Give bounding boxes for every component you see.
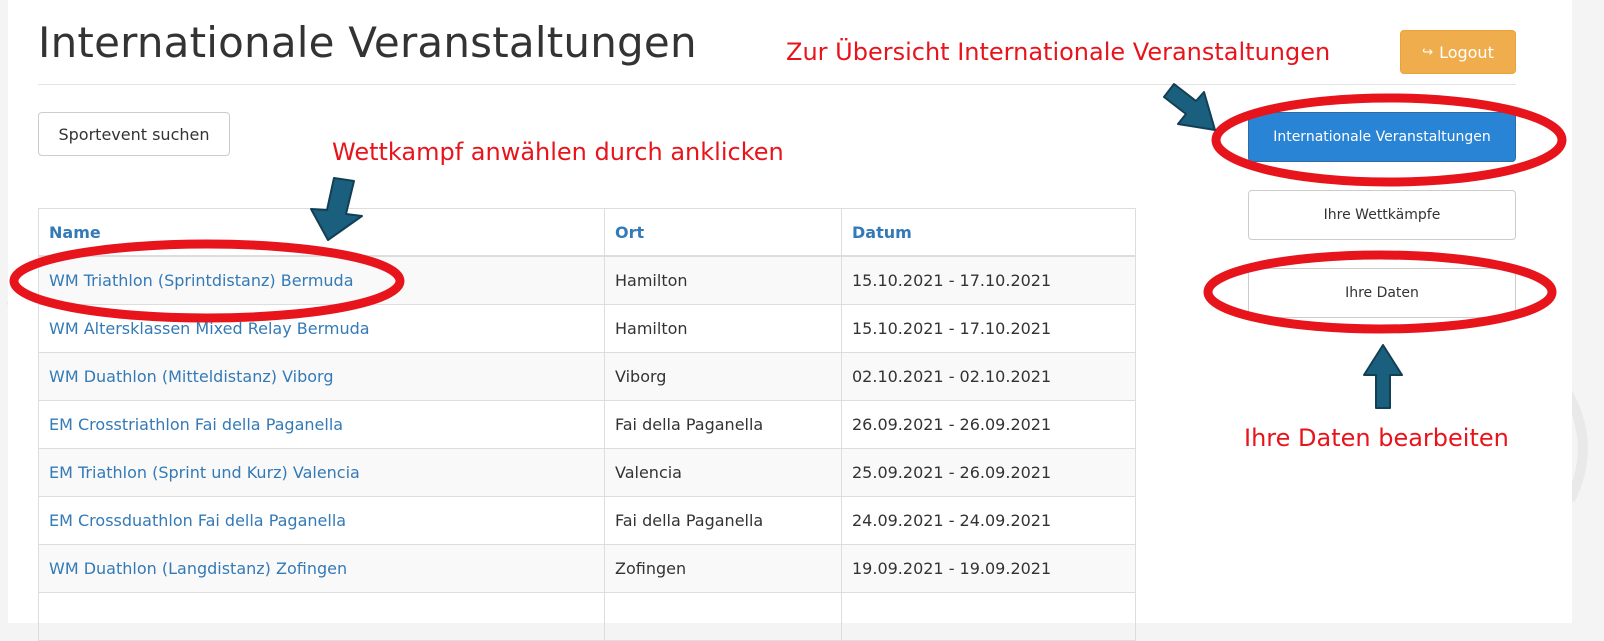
table-row: WM Altersklassen Mixed Relay Bermuda Ham… [38,304,1136,353]
event-link[interactable]: EM Triathlon (Sprint und Kurz) Valencia [49,463,360,482]
event-datum-cell: 15.10.2021 - 17.10.2021 [841,255,1136,305]
sportevent-search-button[interactable]: Sportevent suchen [38,112,230,156]
page-container: Internationale Veranstaltungen ↪ Logout … [8,0,1572,641]
event-link[interactable]: WM Duathlon (Mitteldistanz) Viborg [49,367,334,386]
events-table: Name Ort Datum WM Triathlon (Sprintdista… [38,208,1136,641]
event-ort-cell: Hamilton [604,304,842,353]
column-header-name[interactable]: Name [38,208,605,257]
annotation-edit-text: Ihre Daten bearbeiten [1244,424,1509,452]
nav-ihre-wettkaempfe-button[interactable]: Ihre Wettkämpfe [1248,190,1516,240]
page-title: Internationale Veranstaltungen [38,18,697,67]
table-row [38,592,1136,641]
table-row: WM Duathlon (Langdistanz) Zofingen Zofin… [38,544,1136,593]
event-link[interactable]: EM Crossduathlon Fai della Paganella [49,511,346,530]
event-datum-cell: 02.10.2021 - 02.10.2021 [841,352,1136,401]
title-divider [38,84,1516,85]
table-row: EM Crossduathlon Fai della Paganella Fai… [38,496,1136,545]
event-name-cell: WM Duathlon (Mitteldistanz) Viborg [38,352,605,401]
event-name-cell: WM Triathlon (Sprintdistanz) Bermuda [38,255,605,305]
event-name-cell: EM Triathlon (Sprint und Kurz) Valencia [38,448,605,497]
table-row: WM Duathlon (Mitteldistanz) Viborg Vibor… [38,352,1136,401]
event-ort-cell: Hamilton [604,255,842,305]
annotation-select-text: Wettkampf anwählen durch anklicken [332,138,784,166]
event-name-cell: EM Crosstriathlon Fai della Paganella [38,400,605,449]
event-ort-cell [604,592,842,641]
event-ort-cell: Fai della Paganella [604,400,842,449]
event-datum-cell: 19.09.2021 - 19.09.2021 [841,544,1136,593]
event-name-cell: WM Altersklassen Mixed Relay Bermuda [38,304,605,353]
event-datum-cell: 15.10.2021 - 17.10.2021 [841,304,1136,353]
event-datum-cell: 24.09.2021 - 24.09.2021 [841,496,1136,545]
event-name-cell: EM Crossduathlon Fai della Paganella [38,496,605,545]
event-datum-cell: 26.09.2021 - 26.09.2021 [841,400,1136,449]
event-ort-cell: Fai della Paganella [604,496,842,545]
table-row: EM Triathlon (Sprint und Kurz) Valencia … [38,448,1136,497]
event-datum-cell [841,592,1136,641]
event-ort-cell: Valencia [604,448,842,497]
event-link[interactable]: EM Crosstriathlon Fai della Paganella [49,415,343,434]
event-link[interactable]: WM Duathlon (Langdistanz) Zofingen [49,559,347,578]
event-ort-cell: Viborg [604,352,842,401]
nav-ihre-daten-button[interactable]: Ihre Daten [1248,268,1516,318]
table-row: WM Triathlon (Sprintdistanz) Bermuda Ham… [38,255,1136,305]
table-header-row: Name Ort Datum [38,208,1136,257]
event-datum-cell: 25.09.2021 - 26.09.2021 [841,448,1136,497]
column-header-ort[interactable]: Ort [604,208,842,257]
annotation-overview-text: Zur Übersicht Internationale Veranstaltu… [786,38,1331,66]
event-name-cell: WM Duathlon (Langdistanz) Zofingen [38,544,605,593]
logout-button[interactable]: ↪ Logout [1400,30,1516,74]
event-link[interactable]: WM Triathlon (Sprintdistanz) Bermuda [49,271,354,290]
event-link[interactable]: WM Altersklassen Mixed Relay Bermuda [49,319,370,338]
logout-icon: ↪ [1422,44,1434,60]
logout-label: Logout [1439,42,1494,62]
column-header-datum[interactable]: Datum [841,208,1136,257]
event-ort-cell: Zofingen [604,544,842,593]
event-name-cell [38,592,605,641]
table-row: EM Crosstriathlon Fai della Paganella Fa… [38,400,1136,449]
nav-internationale-veranstaltungen-button[interactable]: Internationale Veranstaltungen [1248,112,1516,162]
